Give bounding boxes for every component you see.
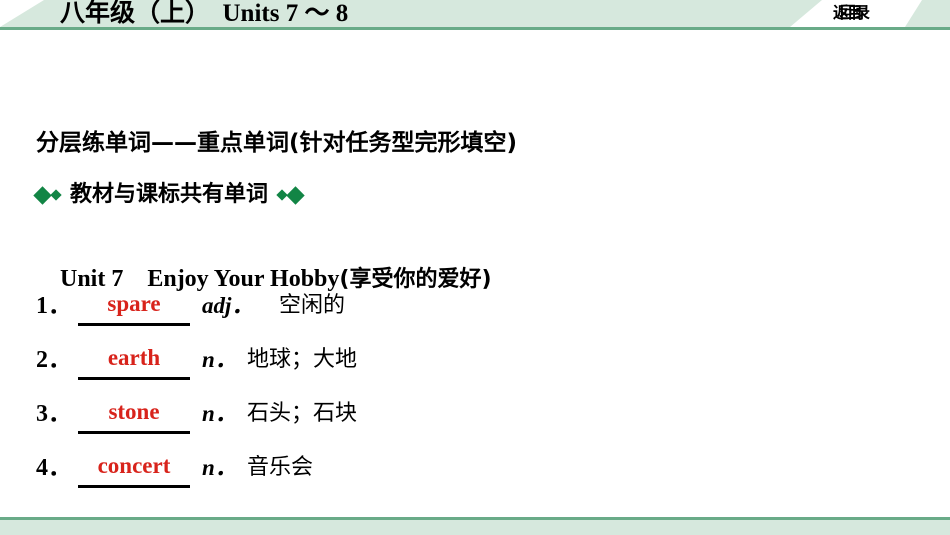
answer-blank[interactable]: concert [78,451,190,488]
footer-background-band [0,520,950,535]
part-of-speech: n． [202,401,238,426]
word-meaning: 石头；石块 [247,401,358,426]
main-content: 分层练单词——重点单词(针对任务型完形填空) 教材与课标共有单词 Unit 7 … [0,30,950,500]
word-list-item: 1． spare adj． 空闲的 [36,285,916,339]
diamond-ornament-left [33,185,62,205]
answer-blank[interactable]: earth [78,343,190,380]
part-of-speech: n． [202,347,238,372]
word-item-number: 2． [36,347,72,373]
part-of-speech: adj． [202,293,255,318]
word-meaning: 地球；大地 [247,347,358,372]
sub-section-heading: 教材与课标共有单词 [33,180,305,210]
diamond-icon [33,185,52,205]
return-to-contents-button[interactable]: 返回目录 [833,4,870,23]
section-title: 分层练单词——重点单词(针对任务型完形填空) [36,130,518,156]
diamond-icon [286,185,305,205]
word-list: 1． spare adj． 空闲的 2． earth n． 地球；大地 3． s… [36,285,916,501]
word-list-item: 4． concert n． 音乐会 [36,447,916,501]
answer-blank[interactable]: stone [78,397,190,434]
word-item-number: 1． [36,293,72,319]
answer-word: stone [108,399,160,424]
answer-word: spare [107,291,161,316]
page-header: 八年级（上） Units 7 ～ 8 返回目录 [0,0,950,30]
page-title: 八年级（上） Units 7 ～ 8 [60,0,349,27]
answer-blank[interactable]: spare [78,289,190,326]
word-item-number: 4． [36,455,72,481]
word-list-item: 2． earth n． 地球；大地 [36,339,916,393]
part-of-speech: n． [202,455,238,480]
answer-word: concert [97,453,171,478]
word-list-item: 3． stone n． 石头；石块 [36,393,916,447]
answer-word: earth [107,345,161,370]
word-item-number: 3． [36,401,72,427]
word-meaning: 空闲的 [279,293,346,318]
word-meaning: 音乐会 [247,455,314,480]
sub-section-heading-label: 教材与课标共有单词 [70,182,269,207]
diamond-ornament-right [276,185,305,205]
